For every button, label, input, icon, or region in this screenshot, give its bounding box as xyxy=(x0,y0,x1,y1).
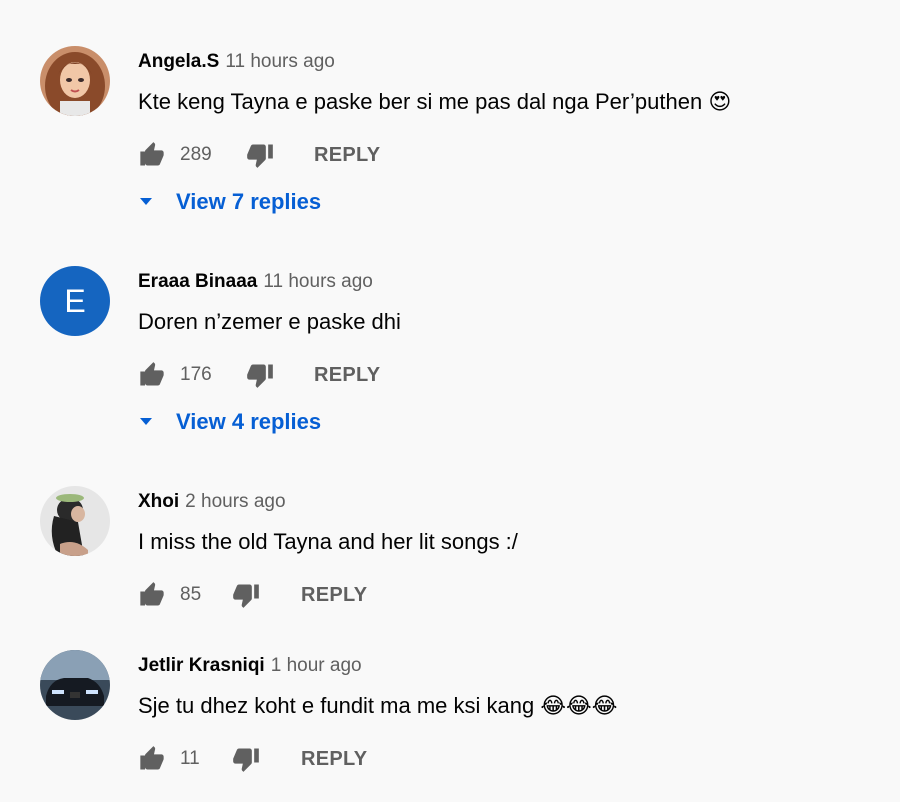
avatar-letter: E xyxy=(64,282,86,319)
reply-button[interactable]: REPLY xyxy=(314,144,380,167)
author-name[interactable]: Eraaa Binaaa xyxy=(138,271,257,292)
comment-time[interactable]: 11 hours ago xyxy=(263,271,373,292)
thumbs-up-icon[interactable] xyxy=(138,141,166,169)
comment-header: Xhoi 2 hours ago xyxy=(138,491,286,513)
comment-header: Eraaa Binaaa 11 hours ago xyxy=(138,271,373,293)
avatar[interactable]: E xyxy=(40,266,110,336)
avatar[interactable] xyxy=(40,650,110,720)
comment-text: I miss the old Tayna and her lit songs :… xyxy=(138,529,518,554)
comment-header: Angela.S 11 hours ago xyxy=(138,51,335,73)
caret-down-icon xyxy=(140,197,152,205)
view-replies-label: View 7 replies xyxy=(176,189,322,214)
view-replies-label: View 4 replies xyxy=(176,409,322,434)
thumbs-up-icon[interactable] xyxy=(138,745,166,773)
avatar[interactable] xyxy=(40,46,110,116)
thumbs-up-icon[interactable] xyxy=(138,581,166,609)
view-replies-button[interactable]: View 7 replies xyxy=(138,189,321,215)
view-replies-button[interactable]: View 4 replies xyxy=(138,409,321,435)
like-count: 11 xyxy=(180,748,200,769)
like-count: 176 xyxy=(180,364,212,385)
thumbs-down-icon[interactable] xyxy=(232,745,260,773)
comment-header: Jetlir Krasniqi 1 hour ago xyxy=(138,655,362,677)
comment-time[interactable]: 11 hours ago xyxy=(225,51,335,72)
thumbs-down-icon[interactable] xyxy=(246,141,274,169)
like-count: 289 xyxy=(180,144,212,165)
author-name[interactable]: Xhoi xyxy=(138,491,179,512)
like-count: 85 xyxy=(180,584,202,605)
author-name[interactable]: Angela.S xyxy=(138,51,219,72)
comment-time[interactable]: 2 hours ago xyxy=(185,491,285,512)
comment-text: Kte keng Tayna e paske ber si me pas dal… xyxy=(138,89,732,114)
comment-text: Sje tu dhez koht e fundit ma me ksi kang… xyxy=(138,693,618,718)
reply-button[interactable]: REPLY xyxy=(314,364,380,387)
thumbs-up-icon[interactable] xyxy=(138,361,166,389)
reply-button[interactable]: REPLY xyxy=(301,748,367,771)
comment-text: Doren n’zemer e paske dhi xyxy=(138,309,401,334)
avatar[interactable] xyxy=(40,486,110,556)
thumbs-down-icon[interactable] xyxy=(232,581,260,609)
author-name[interactable]: Jetlir Krasniqi xyxy=(138,655,265,676)
thumbs-down-icon[interactable] xyxy=(246,361,274,389)
comment-time[interactable]: 1 hour ago xyxy=(271,655,362,676)
reply-button[interactable]: REPLY xyxy=(301,584,367,607)
caret-down-icon xyxy=(140,417,152,425)
